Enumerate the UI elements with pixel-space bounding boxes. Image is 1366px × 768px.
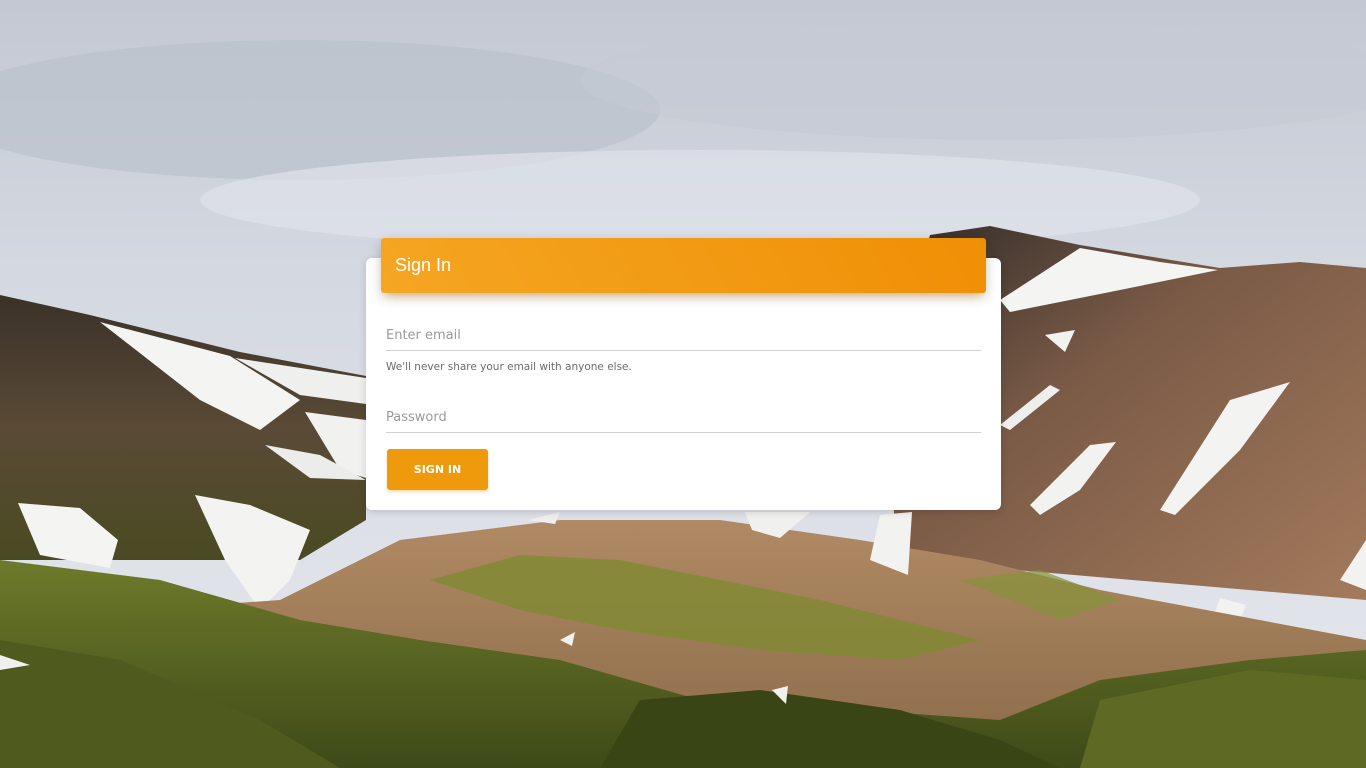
email-input[interactable] (386, 320, 981, 351)
card-title: Sign In (395, 255, 452, 275)
sign-in-button[interactable]: SIGN IN (387, 449, 488, 490)
email-help-text: We'll never share your email with anyone… (386, 361, 632, 373)
card-header: Sign In (381, 238, 986, 293)
password-input[interactable] (386, 402, 981, 433)
sign-in-card: Sign In We'll never share your email wit… (366, 238, 1001, 510)
